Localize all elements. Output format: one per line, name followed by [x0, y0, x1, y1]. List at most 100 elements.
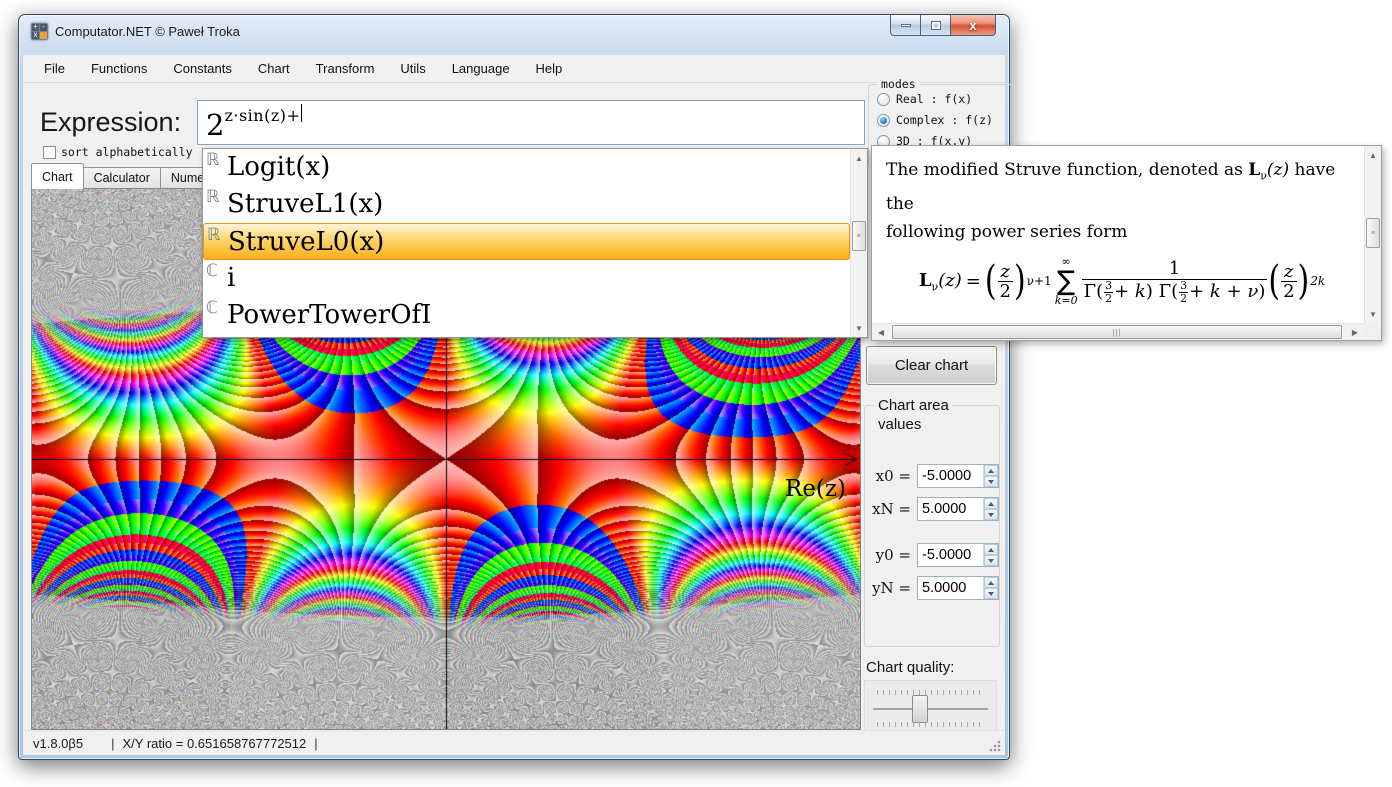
mode-real-row: Real : f(x)	[877, 92, 1014, 106]
y0-up-button[interactable]	[984, 544, 998, 555]
down-arrow-icon	[988, 591, 994, 599]
x0-down-button[interactable]	[984, 476, 998, 487]
scroll-down-icon[interactable]: ▼	[1365, 306, 1381, 322]
chart-quality-label: Chart quality:	[866, 659, 955, 676]
scroll-up-icon[interactable]: ▲	[1365, 147, 1381, 163]
scrollbar-thumb[interactable]: ≡	[1366, 218, 1380, 248]
tab-chart[interactable]: Chart	[31, 163, 84, 189]
autocomplete-item[interactable]: ℂ i	[203, 260, 850, 297]
xN-spinner[interactable]: 5.0000	[917, 497, 999, 521]
chart-area-values-groupbox: Chart area values x0 = -5.0000 xN = 5.00…	[864, 396, 1000, 647]
xy-ratio-text: X/Y ratio = 0.651658767772512	[122, 735, 307, 751]
tooltip-vertical-scrollbar[interactable]: ▲ ≡ ▼	[1364, 146, 1381, 323]
page: + - x Computator.NET © Paweł Troka x File …	[0, 0, 1392, 787]
clear-chart-button[interactable]: Clear chart	[866, 346, 997, 385]
close-icon: x	[969, 17, 977, 33]
y0-value[interactable]: -5.0000	[918, 544, 983, 566]
expression-input[interactable]: 2z·sin(z)+	[197, 100, 865, 145]
menu-item-language[interactable]: Language	[439, 56, 523, 81]
up-arrow-icon	[988, 499, 994, 506]
expression-label: Expression:	[40, 107, 182, 137]
chart-area-values-title: Chart area values	[875, 396, 952, 434]
scrollbar-thumb[interactable]: |||	[892, 325, 1342, 339]
tab-calculator[interactable]: Calculator	[82, 167, 161, 189]
complex-set-icon: ℂ	[206, 261, 218, 281]
yN-value[interactable]: 5.0000	[918, 577, 983, 599]
menu-item-transform[interactable]: Transform	[303, 56, 388, 81]
slider-thumb[interactable]	[912, 695, 928, 723]
menu-item-constants[interactable]: Constants	[160, 56, 245, 81]
slider-ticks-bottom	[877, 722, 984, 727]
xN-label: xN =	[872, 500, 911, 518]
scroll-left-icon[interactable]: ◀	[873, 324, 889, 340]
mode-real-radio[interactable]	[877, 92, 890, 106]
autocomplete-item[interactable]: ℂ PowerTowerOfI	[203, 297, 850, 334]
x0-spinner[interactable]: -5.0000	[917, 464, 999, 488]
expression-base: 2	[206, 108, 225, 142]
sort-alphabetically-row: sort alphabetically	[43, 145, 193, 159]
down-arrow-icon	[988, 558, 994, 566]
scroll-down-icon[interactable]: ▼	[851, 320, 867, 336]
up-arrow-icon	[988, 545, 994, 552]
mode-complex-radio[interactable]	[877, 113, 890, 127]
struve-formula: Lν(z) = ( z2 ) ν+1 ∞ ∑ k=0 1 Γ(3 2 + k) Γ(3 2…	[918, 255, 1326, 308]
sort-alphabetically-checkbox[interactable]	[43, 145, 56, 159]
autocomplete-item[interactable]: ℝ StruveL1(x)	[203, 186, 850, 223]
menu-item-help[interactable]: Help	[523, 56, 576, 81]
yN-row: yN = 5.0000	[871, 576, 999, 600]
autocomplete-item[interactable]: ℝ Pi	[203, 334, 850, 337]
scroll-right-icon[interactable]: ▶	[1347, 324, 1363, 340]
scrollbar-thumb[interactable]: ≡	[852, 221, 866, 251]
window-title: Computator.NET © Paweł Troka	[55, 24, 240, 39]
resize-grip[interactable]	[989, 739, 1002, 752]
menu-bar: File Functions Constants Chart Transform…	[23, 55, 1005, 83]
menu-item-chart[interactable]: Chart	[245, 56, 303, 81]
real-set-icon: ℝ	[206, 335, 227, 337]
scroll-up-icon[interactable]: ▲	[851, 150, 867, 166]
menu-item-file[interactable]: File	[31, 56, 78, 81]
app-window: + - x Computator.NET © Paweł Troka x File …	[18, 14, 1015, 760]
xN-value[interactable]: 5.0000	[918, 498, 983, 520]
tooltip-horizontal-scrollbar[interactable]: ◀ ||| ▶	[872, 323, 1364, 340]
minimize-button[interactable]	[890, 15, 921, 36]
xN-up-button[interactable]	[984, 498, 998, 509]
chart-quality-slider[interactable]	[864, 680, 997, 737]
maximize-icon	[930, 20, 941, 30]
yN-up-button[interactable]	[984, 577, 998, 588]
close-button[interactable]: x	[950, 15, 996, 36]
xN-down-button[interactable]	[984, 509, 998, 520]
autocomplete-item-selected[interactable]: ℝ StruveL0(x)	[203, 223, 850, 260]
up-arrow-icon	[988, 578, 994, 585]
autocomplete-item[interactable]: ℝ Logit(x)	[203, 149, 850, 186]
dropdown-scrollbar[interactable]: ▲ ≡ ▼	[850, 149, 867, 337]
yN-down-button[interactable]	[984, 588, 998, 599]
minimize-icon	[900, 23, 911, 27]
sort-alphabetically-label: sort alphabetically	[61, 145, 193, 159]
x0-up-button[interactable]	[984, 465, 998, 476]
modes-legend: modes	[877, 77, 920, 91]
x0-value[interactable]: -5.0000	[918, 465, 983, 487]
up-arrow-icon	[988, 466, 994, 473]
text-caret	[301, 104, 303, 122]
function-help-popup: The modified Struve function, denoted as…	[871, 145, 1382, 341]
status-separator: |	[111, 735, 115, 751]
slider-track[interactable]	[873, 708, 988, 710]
window-controls: x	[890, 15, 996, 36]
menu-item-utils[interactable]: Utils	[387, 56, 438, 81]
mode-complex-label: Complex : f(z)	[896, 113, 993, 127]
real-set-icon: ℝ	[207, 225, 221, 245]
y0-row: y0 = -5.0000	[871, 543, 999, 567]
menu-item-functions[interactable]: Functions	[78, 56, 160, 81]
down-arrow-icon	[988, 479, 994, 487]
expression-superscript: z·sin(z)+	[224, 106, 301, 125]
maximize-button[interactable]	[920, 15, 951, 36]
version-text: v1.8.0β5	[33, 735, 84, 751]
complex-set-icon: ℂ	[206, 298, 218, 318]
real-set-icon: ℝ	[206, 187, 220, 207]
mode-real-label: Real : f(x)	[896, 92, 973, 106]
scrollbar-corner	[1364, 323, 1381, 340]
y0-spinner[interactable]: -5.0000	[917, 543, 999, 567]
mode-complex-row: Complex : f(z)	[877, 113, 1014, 127]
y0-down-button[interactable]	[984, 555, 998, 566]
yN-spinner[interactable]: 5.0000	[917, 576, 999, 600]
